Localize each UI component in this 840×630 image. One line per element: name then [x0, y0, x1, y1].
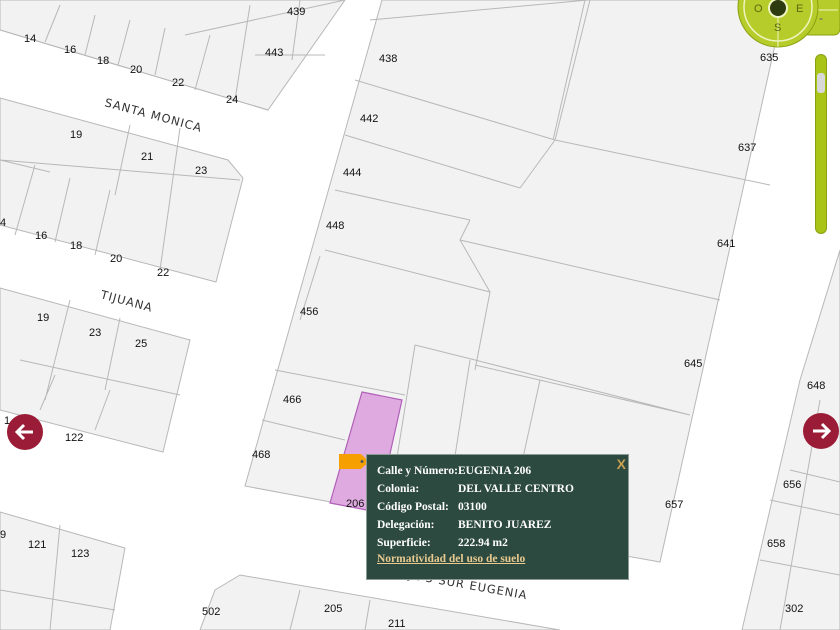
field-label: Código Postal:	[377, 501, 449, 513]
pan-left-button[interactable]	[7, 414, 43, 450]
field-label: Superficie:	[377, 537, 431, 549]
lot-number-label: 468	[252, 449, 270, 461]
lot-number-label: 635	[760, 52, 778, 64]
compass-south[interactable]: S	[774, 22, 781, 34]
svg-text:-: -	[819, 11, 823, 25]
lot-number-label: 443	[265, 47, 283, 59]
field-value: 222.94 m2	[458, 537, 508, 549]
lot-number-label: 23	[89, 327, 101, 339]
lot-number-label: 657	[665, 499, 683, 511]
zoom-slider-handle[interactable]	[817, 73, 825, 93]
lot-number-label: 448	[326, 220, 344, 232]
block	[0, 511, 126, 630]
lot-number-label: 438	[379, 53, 397, 65]
lot-number-label: 656	[783, 479, 801, 491]
field-value: DEL VALLE CENTRO	[458, 483, 574, 495]
arrow-right-icon	[813, 422, 832, 440]
lot-number-label: 19	[37, 312, 49, 324]
lot-number-label: 121	[28, 539, 46, 551]
compass-east[interactable]: E	[796, 3, 803, 15]
lot-number-label: 302	[785, 603, 803, 615]
lot-number-label: 19	[70, 129, 82, 141]
field-label: Delegación:	[377, 519, 435, 531]
lot-number-label: 16	[35, 230, 47, 242]
lot-number-label: 16	[64, 44, 76, 56]
land-use-regulation-link[interactable]: Normatividad del uso de suelo	[377, 553, 525, 565]
lot-number-label: 444	[343, 167, 361, 179]
lot-number-label: 14	[24, 33, 36, 45]
field-value: BENITO JUAREZ	[458, 519, 552, 531]
lot-number-label: 18	[97, 55, 109, 67]
arrow-left-icon	[14, 423, 33, 441]
field-label: Colonia:	[377, 483, 420, 495]
block	[199, 574, 561, 630]
lot-number-label: 23	[195, 165, 207, 177]
lot-number-label: 24	[226, 94, 238, 106]
lot-number-label: 9	[0, 529, 6, 541]
lot-number-label: 123	[71, 548, 89, 560]
lot-number-label: 466	[283, 394, 301, 406]
lot-number-label: 502	[202, 606, 220, 618]
lot-number-label: 21	[141, 151, 153, 163]
lot-number-label: 205	[324, 603, 342, 615]
lot-number-label: 442	[360, 113, 378, 125]
lot-number-label: 658	[767, 538, 785, 550]
lot-number-label: 206	[346, 498, 364, 510]
lot-number-label: 22	[172, 77, 184, 89]
pan-right-button[interactable]	[803, 413, 839, 449]
lot-number-label: 641	[717, 238, 735, 250]
lot-number-label: 25	[135, 338, 147, 350]
lot-number-label: 22	[157, 267, 169, 279]
field-value: 03100	[458, 501, 487, 513]
lot-number-label: 20	[110, 253, 122, 265]
zoom-slider[interactable]	[815, 54, 827, 234]
lot-number-label: 645	[684, 358, 702, 370]
parcel-info-popup: X Calle y Número: EUGENIA 206 Colonia: DEL …	[366, 454, 629, 580]
street-label-tijuana: TIJUANA	[98, 287, 154, 315]
close-popup-button[interactable]: X	[617, 456, 626, 472]
field-value: EUGENIA 206	[458, 465, 532, 477]
compass-west[interactable]: O	[754, 3, 763, 15]
field-label: Calle y Número:	[377, 465, 458, 477]
marker-tag-icon	[339, 454, 369, 469]
street-label-santa-monica: SANTA MONICA	[103, 95, 204, 135]
lot-number-label: 122	[65, 432, 83, 444]
lot-number-label: 456	[300, 306, 318, 318]
lot-number-label: 637	[738, 142, 756, 154]
lot-number-label: 439	[287, 6, 305, 18]
lot-number-label: 18	[70, 240, 82, 252]
lot-number-label: 4	[0, 217, 6, 229]
lot-number-label: 211	[388, 618, 406, 630]
lot-number-label: 20	[130, 64, 142, 76]
lot-number-label: 648	[807, 380, 825, 392]
compass-control[interactable]: - O E S	[735, 0, 840, 50]
